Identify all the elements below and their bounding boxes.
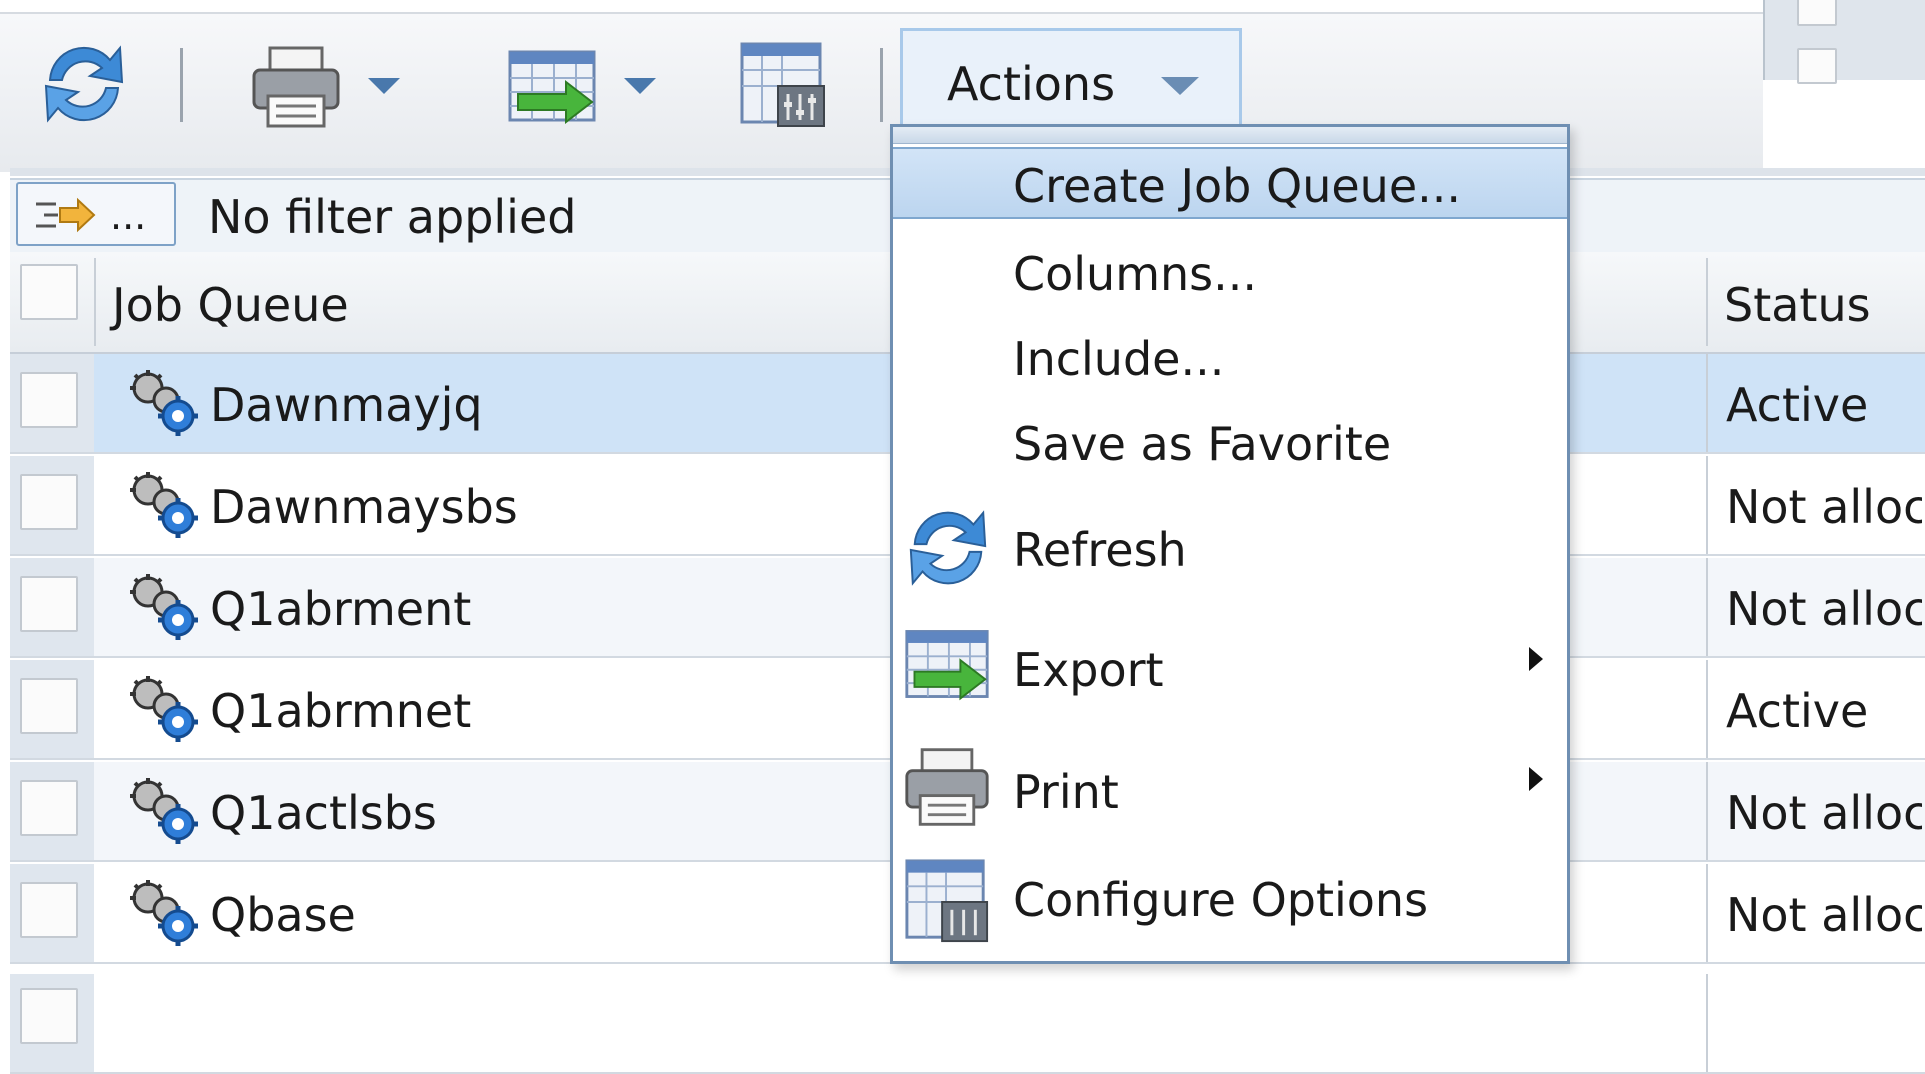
job-queue-status: Not alloc [1726, 888, 1922, 942]
configure-options-icon[interactable] [738, 40, 828, 130]
row-select-cell [10, 660, 94, 758]
printer-icon [905, 748, 989, 826]
column-divider [1706, 456, 1708, 554]
filter-button[interactable]: ... [16, 182, 176, 246]
select-all-checkbox[interactable] [20, 264, 78, 320]
side-panel-fragment [1763, 0, 1925, 84]
toolbar-separator [880, 48, 883, 122]
refresh-icon [909, 510, 987, 586]
job-queue-status: Not alloc [1726, 786, 1922, 840]
job-queue-status: Active [1726, 378, 1869, 432]
printer-icon[interactable] [250, 44, 342, 130]
row-checkbox[interactable] [20, 882, 78, 938]
column-divider [1706, 558, 1708, 656]
job-queue-name[interactable]: Dawnmaysbs [210, 480, 518, 534]
column-header-status[interactable]: Status [1724, 278, 1871, 332]
menu-item-refresh[interactable]: Refresh [893, 497, 1567, 607]
job-queue-status: Not alloc [1726, 480, 1922, 534]
row-checkbox[interactable] [20, 780, 78, 836]
side-checkbox[interactable] [1797, 0, 1837, 26]
job-queue-name[interactable]: Q1abrmnet [210, 684, 471, 738]
menu-header-strip [893, 127, 1567, 144]
menu-item-label: Columns... [1013, 247, 1257, 301]
column-divider [1706, 974, 1708, 1072]
menu-item-create-job-queue[interactable]: Create Job Queue... [893, 147, 1567, 219]
submenu-arrow-icon [1529, 767, 1543, 791]
menu-item-columns[interactable]: Columns... [893, 247, 1567, 319]
column-divider [94, 258, 96, 346]
row-select-cell [10, 354, 94, 452]
menu-item-label: Export [1013, 643, 1164, 697]
export-icon [905, 630, 989, 701]
menu-item-label: Refresh [1013, 523, 1187, 577]
configure-options-icon [905, 859, 989, 943]
side-checkbox[interactable] [1797, 48, 1837, 84]
job-queue-name[interactable]: Qbase [210, 888, 356, 942]
refresh-icon[interactable] [38, 38, 130, 130]
job-queue-name[interactable]: Q1actlsbs [210, 786, 437, 840]
export-dropdown-arrow-icon[interactable] [624, 78, 656, 94]
row-checkbox[interactable] [20, 474, 78, 530]
row-checkbox[interactable] [20, 988, 78, 1044]
actions-button[interactable]: Actions [900, 28, 1242, 138]
job-queue-gear-icon [130, 778, 198, 844]
row-select-cell [10, 762, 94, 860]
menu-item-export[interactable]: Export [893, 617, 1567, 727]
column-divider [1706, 864, 1708, 962]
menu-item-label: Create Job Queue... [1013, 159, 1461, 213]
row-checkbox[interactable] [20, 576, 78, 632]
menu-item-print[interactable]: Print [893, 737, 1567, 847]
menu-item-label: Include... [1013, 332, 1225, 386]
job-queue-gear-icon [130, 472, 198, 538]
row-select-cell [10, 974, 94, 1072]
column-divider [1706, 762, 1708, 860]
menu-item-save-as-favorite[interactable]: Save as Favorite [893, 417, 1567, 489]
job-queue-gear-icon [130, 574, 198, 640]
column-divider [1706, 660, 1708, 758]
column-divider [1706, 354, 1708, 452]
job-queue-status: Not alloc [1726, 582, 1922, 636]
job-queue-status: Active [1726, 684, 1869, 738]
filter-status-text: No filter applied [208, 190, 577, 244]
export-icon[interactable] [506, 48, 598, 124]
menu-item-include[interactable]: Include... [893, 332, 1567, 404]
submenu-arrow-icon [1529, 647, 1543, 671]
table-row-partial [10, 974, 1925, 1074]
column-divider [1706, 258, 1708, 346]
actions-menu: Create Job Queue... Columns... Include..… [890, 124, 1570, 964]
row-select-cell [10, 456, 94, 554]
menu-item-configure-options[interactable]: Configure Options [893, 857, 1567, 957]
print-dropdown-arrow-icon[interactable] [368, 78, 400, 94]
actions-button-label: Actions [947, 57, 1116, 111]
filter-button-label: ... [110, 194, 147, 238]
row-select-cell [10, 864, 94, 962]
job-queue-name[interactable]: Dawnmayjq [210, 378, 483, 432]
toolbar-separator [180, 48, 183, 122]
menu-item-label: Print [1013, 765, 1119, 819]
job-queue-gear-icon [130, 880, 198, 946]
actions-dropdown-arrow-icon [1161, 77, 1199, 95]
job-queue-name[interactable]: Q1abrment [210, 582, 471, 636]
job-queue-gear-icon [130, 370, 198, 436]
column-header-job-queue[interactable]: Job Queue [112, 278, 349, 332]
menu-item-label: Save as Favorite [1013, 417, 1392, 471]
row-checkbox[interactable] [20, 372, 78, 428]
job-queue-gear-icon [130, 676, 198, 742]
filter-arrow-icon [36, 197, 96, 233]
menu-item-label: Configure Options [1013, 873, 1429, 927]
row-checkbox[interactable] [20, 678, 78, 734]
row-select-cell [10, 558, 94, 656]
